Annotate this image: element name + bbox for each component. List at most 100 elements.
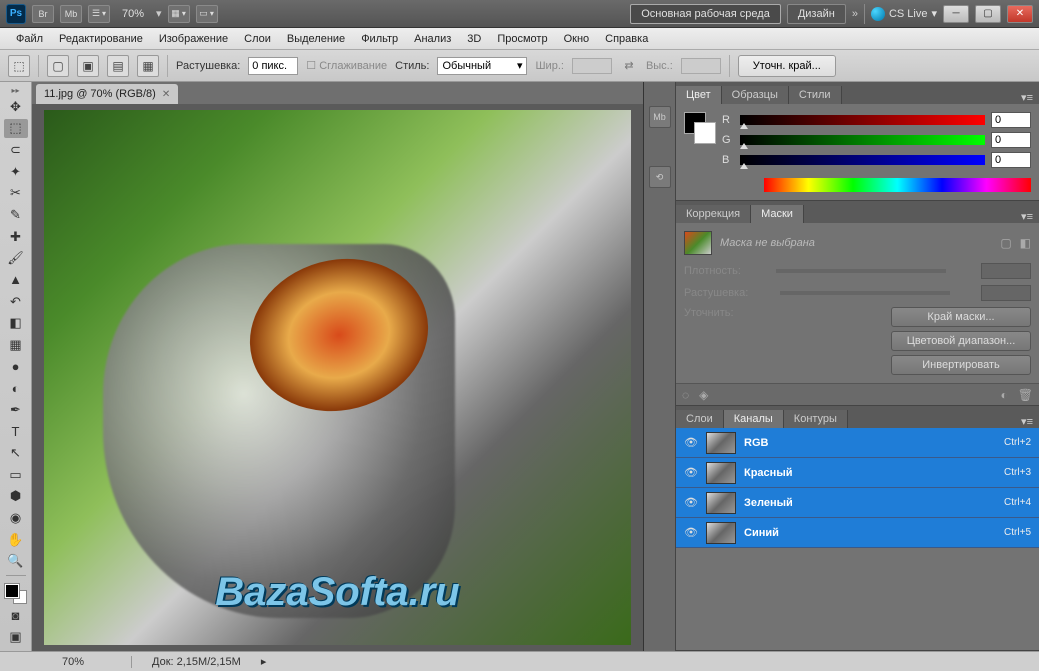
maximize-button[interactable]: ▢ <box>975 5 1001 23</box>
tab-paths[interactable]: Контуры <box>784 410 848 428</box>
tab-correction[interactable]: Коррекция <box>676 205 751 223</box>
zoom-caret-icon[interactable]: ▾ <box>156 7 162 20</box>
blur-tool[interactable]: ● <box>4 357 28 377</box>
load-selection-icon[interactable]: ◌ <box>682 388 689 402</box>
b-slider[interactable] <box>740 155 985 165</box>
canvas[interactable]: BazaSofta.ru <box>32 104 643 651</box>
selection-intersect-icon[interactable]: ▦ <box>137 55 159 77</box>
bridge-icon[interactable]: Br <box>32 5 54 23</box>
current-tool-icon[interactable]: ⬚ <box>8 55 30 77</box>
visibility-icon[interactable]: 👁 <box>684 526 698 539</box>
marquee-tool[interactable]: ⬚ <box>4 119 28 139</box>
visibility-icon[interactable]: 👁 <box>684 436 698 449</box>
selection-add-icon[interactable]: ▣ <box>77 55 99 77</box>
b-value[interactable] <box>991 152 1031 168</box>
zoom-tool[interactable]: 🔍 <box>4 551 28 571</box>
pen-tool[interactable]: ✒ <box>4 400 28 420</box>
gradient-tool[interactable]: ▦ <box>4 335 28 355</box>
dodge-tool[interactable]: ◐ <box>4 378 28 398</box>
eyedropper-tool[interactable]: ✎ <box>4 205 28 225</box>
mask-edge-button[interactable]: Край маски... <box>891 307 1031 327</box>
dock-history-icon[interactable]: ⟲ <box>649 166 671 188</box>
style-select[interactable]: Обычный▾ <box>437 57 527 75</box>
channel-green[interactable]: 👁 Зеленый Ctrl+4 <box>676 488 1039 518</box>
pixel-mask-icon[interactable]: ▢ <box>1000 236 1011 250</box>
lasso-tool[interactable]: ⊂ <box>4 140 28 160</box>
invert-button[interactable]: Инвертировать <box>891 355 1031 375</box>
minibridge-icon[interactable]: Mb <box>60 5 82 23</box>
menu-edit[interactable]: Редактирование <box>51 31 151 47</box>
quickmask-tool[interactable]: ◙ <box>4 606 28 626</box>
tab-channels[interactable]: Каналы <box>724 410 784 428</box>
tab-layers[interactable]: Слои <box>676 410 724 428</box>
menu-window[interactable]: Окно <box>556 31 598 47</box>
menu-analysis[interactable]: Анализ <box>406 31 459 47</box>
spectrum-bar[interactable] <box>764 178 1031 192</box>
photoshop-logo[interactable]: Ps <box>6 4 26 24</box>
tab-color[interactable]: Цвет <box>676 86 722 104</box>
workspace-more-icon[interactable]: » <box>852 8 858 20</box>
brush-tool[interactable]: 🖌 <box>4 248 28 268</box>
menu-filter[interactable]: Фильтр <box>353 31 406 47</box>
channels-menu-icon[interactable]: ▾≡ <box>1015 415 1039 428</box>
menu-view[interactable]: Просмотр <box>489 31 555 47</box>
channel-red[interactable]: 👁 Красный Ctrl+3 <box>676 458 1039 488</box>
stamp-tool[interactable]: ▲ <box>4 270 28 290</box>
menu-3d[interactable]: 3D <box>459 31 489 47</box>
vector-mask-icon[interactable]: ◧ <box>1020 236 1031 250</box>
document-close-icon[interactable]: ✕ <box>162 89 170 100</box>
tab-masks[interactable]: Маски <box>751 205 804 223</box>
hand-tool[interactable]: ✋ <box>4 530 28 550</box>
menu-help[interactable]: Справка <box>597 31 656 47</box>
channel-blue[interactable]: 👁 Синий Ctrl+5 <box>676 518 1039 548</box>
history-brush-tool[interactable]: ↶ <box>4 292 28 312</box>
screenmode-tool[interactable]: ▣ <box>4 627 28 647</box>
color-range-button[interactable]: Цветовой диапазон... <box>891 331 1031 351</box>
3d-camera-tool[interactable]: ◉ <box>4 508 28 528</box>
channel-rgb[interactable]: 👁 RGB Ctrl+2 <box>676 428 1039 458</box>
panel-menu-icon[interactable]: ▾≡ <box>1015 91 1039 104</box>
status-caret-icon[interactable]: ▸ <box>261 655 267 668</box>
apply-mask-icon[interactable]: ◈ <box>699 388 708 402</box>
menu-select[interactable]: Выделение <box>279 31 353 47</box>
color-swatches[interactable] <box>684 112 716 144</box>
color-swatch[interactable] <box>5 584 27 604</box>
visibility-icon[interactable]: 👁 <box>684 496 698 509</box>
r-value[interactable] <box>991 112 1031 128</box>
document-tab[interactable]: 11.jpg @ 70% (RGB/8) ✕ <box>36 84 178 104</box>
move-tool[interactable]: ✥ <box>4 97 28 117</box>
selection-new-icon[interactable]: ▢ <box>47 55 69 77</box>
shape-tool[interactable]: ▭ <box>4 465 28 485</box>
wand-tool[interactable]: ✦ <box>4 162 28 182</box>
cslive-button[interactable]: CS Live ▾ <box>871 7 937 21</box>
menu-image[interactable]: Изображение <box>151 31 236 47</box>
tab-styles[interactable]: Стили <box>789 86 842 104</box>
crop-tool[interactable]: ✂ <box>4 184 28 204</box>
type-tool[interactable]: T <box>4 422 28 442</box>
close-button[interactable]: ✕ <box>1007 5 1033 23</box>
arrange-docs-dropdown[interactable]: ▦ <box>168 5 190 23</box>
selection-subtract-icon[interactable]: ▤ <box>107 55 129 77</box>
minimize-button[interactable]: ─ <box>943 5 969 23</box>
delete-mask-icon[interactable]: 🗑 <box>1018 388 1033 402</box>
status-zoom[interactable]: 70% <box>62 656 132 668</box>
zoom-percent[interactable]: 70% <box>116 8 150 20</box>
masks-menu-icon[interactable]: ▾≡ <box>1015 210 1039 223</box>
healing-tool[interactable]: ✚ <box>4 227 28 247</box>
disable-mask-icon[interactable]: ◐ <box>1001 388 1008 402</box>
r-slider[interactable] <box>740 115 985 125</box>
g-slider[interactable] <box>740 135 985 145</box>
menu-file[interactable]: Файл <box>8 31 51 47</box>
workspace-essentials[interactable]: Основная рабочая среда <box>630 4 781 24</box>
visibility-icon[interactable]: 👁 <box>684 466 698 479</box>
feather-input[interactable] <box>248 57 298 75</box>
dock-minibridge-icon[interactable]: Mb <box>649 106 671 128</box>
foreground-color[interactable] <box>5 584 19 598</box>
path-tool[interactable]: ↖ <box>4 443 28 463</box>
tab-swatches[interactable]: Образцы <box>722 86 789 104</box>
screen-mode-dropdown[interactable]: ▭ <box>196 5 218 23</box>
g-value[interactable] <box>991 132 1031 148</box>
view-extras-dropdown[interactable]: ☰ <box>88 5 110 23</box>
workspace-design[interactable]: Дизайн <box>787 4 846 24</box>
menu-layer[interactable]: Слои <box>236 31 279 47</box>
